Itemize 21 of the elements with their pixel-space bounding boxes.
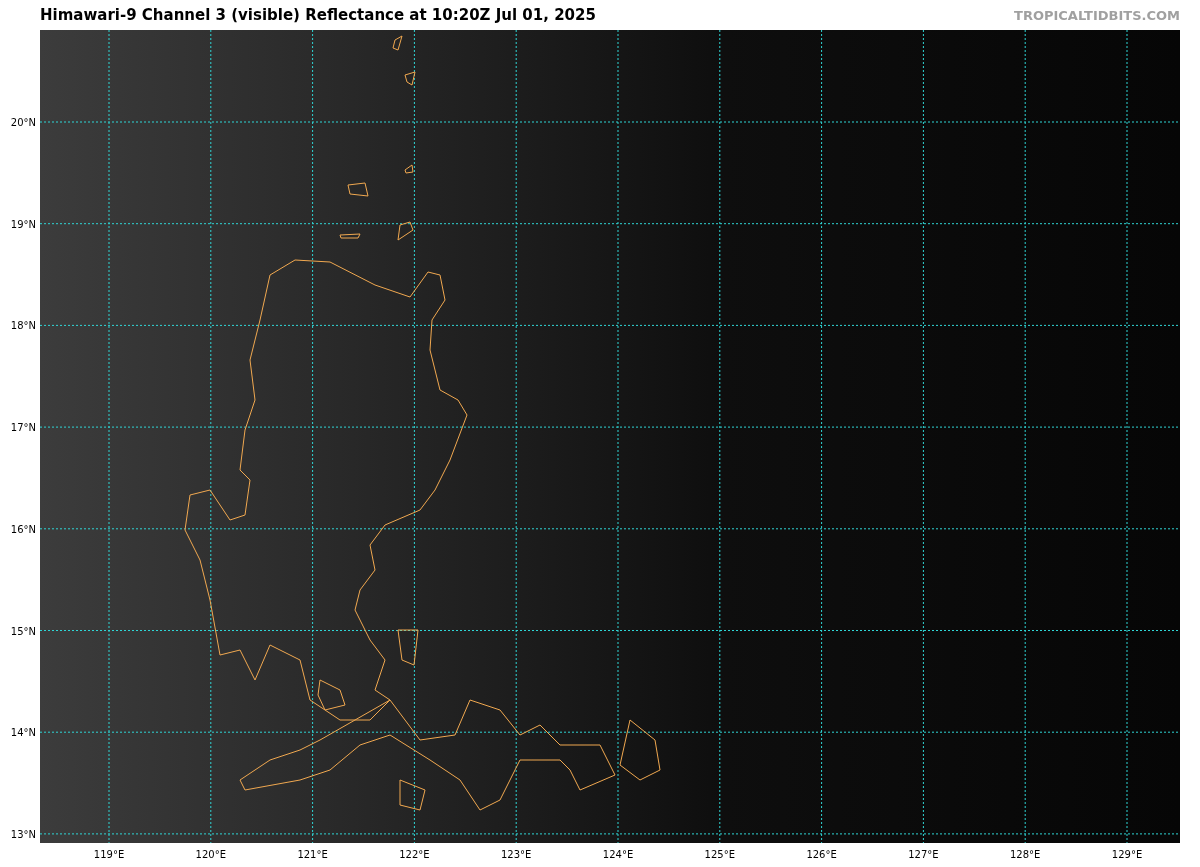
- longitude-label: 123°E: [501, 849, 532, 860]
- longitude-label: 122°E: [399, 849, 430, 860]
- longitude-label: 124°E: [602, 849, 634, 860]
- longitude-label: 129°E: [1111, 849, 1143, 860]
- latitude-label: 19°N: [10, 218, 36, 230]
- site-credit: TROPICALTIDBITS.COM: [1014, 7, 1180, 23]
- latitude-label: 13°N: [10, 828, 36, 840]
- longitude-label: 127°E: [908, 849, 939, 860]
- longitude-label: 128°E: [1010, 849, 1041, 860]
- longitude-label: 121°E: [297, 849, 328, 860]
- latitude-label: 14°N: [10, 727, 36, 739]
- latitude-label: 15°N: [10, 625, 36, 637]
- latitude-label: 18°N: [10, 320, 36, 332]
- longitude-label: 120°E: [195, 849, 226, 860]
- longitude-label: 126°E: [806, 849, 837, 860]
- longitude-label: 119°E: [93, 849, 125, 860]
- longitude-label: 125°E: [704, 849, 735, 860]
- latitude-label: 16°N: [10, 523, 36, 535]
- latitude-label: 17°N: [10, 422, 36, 434]
- chart-title: Himawari-9 Channel 3 (visible) Reflectance at 10:20Z Jul 01, 2025: [40, 6, 596, 24]
- latitude-label: 20°N: [10, 117, 36, 128]
